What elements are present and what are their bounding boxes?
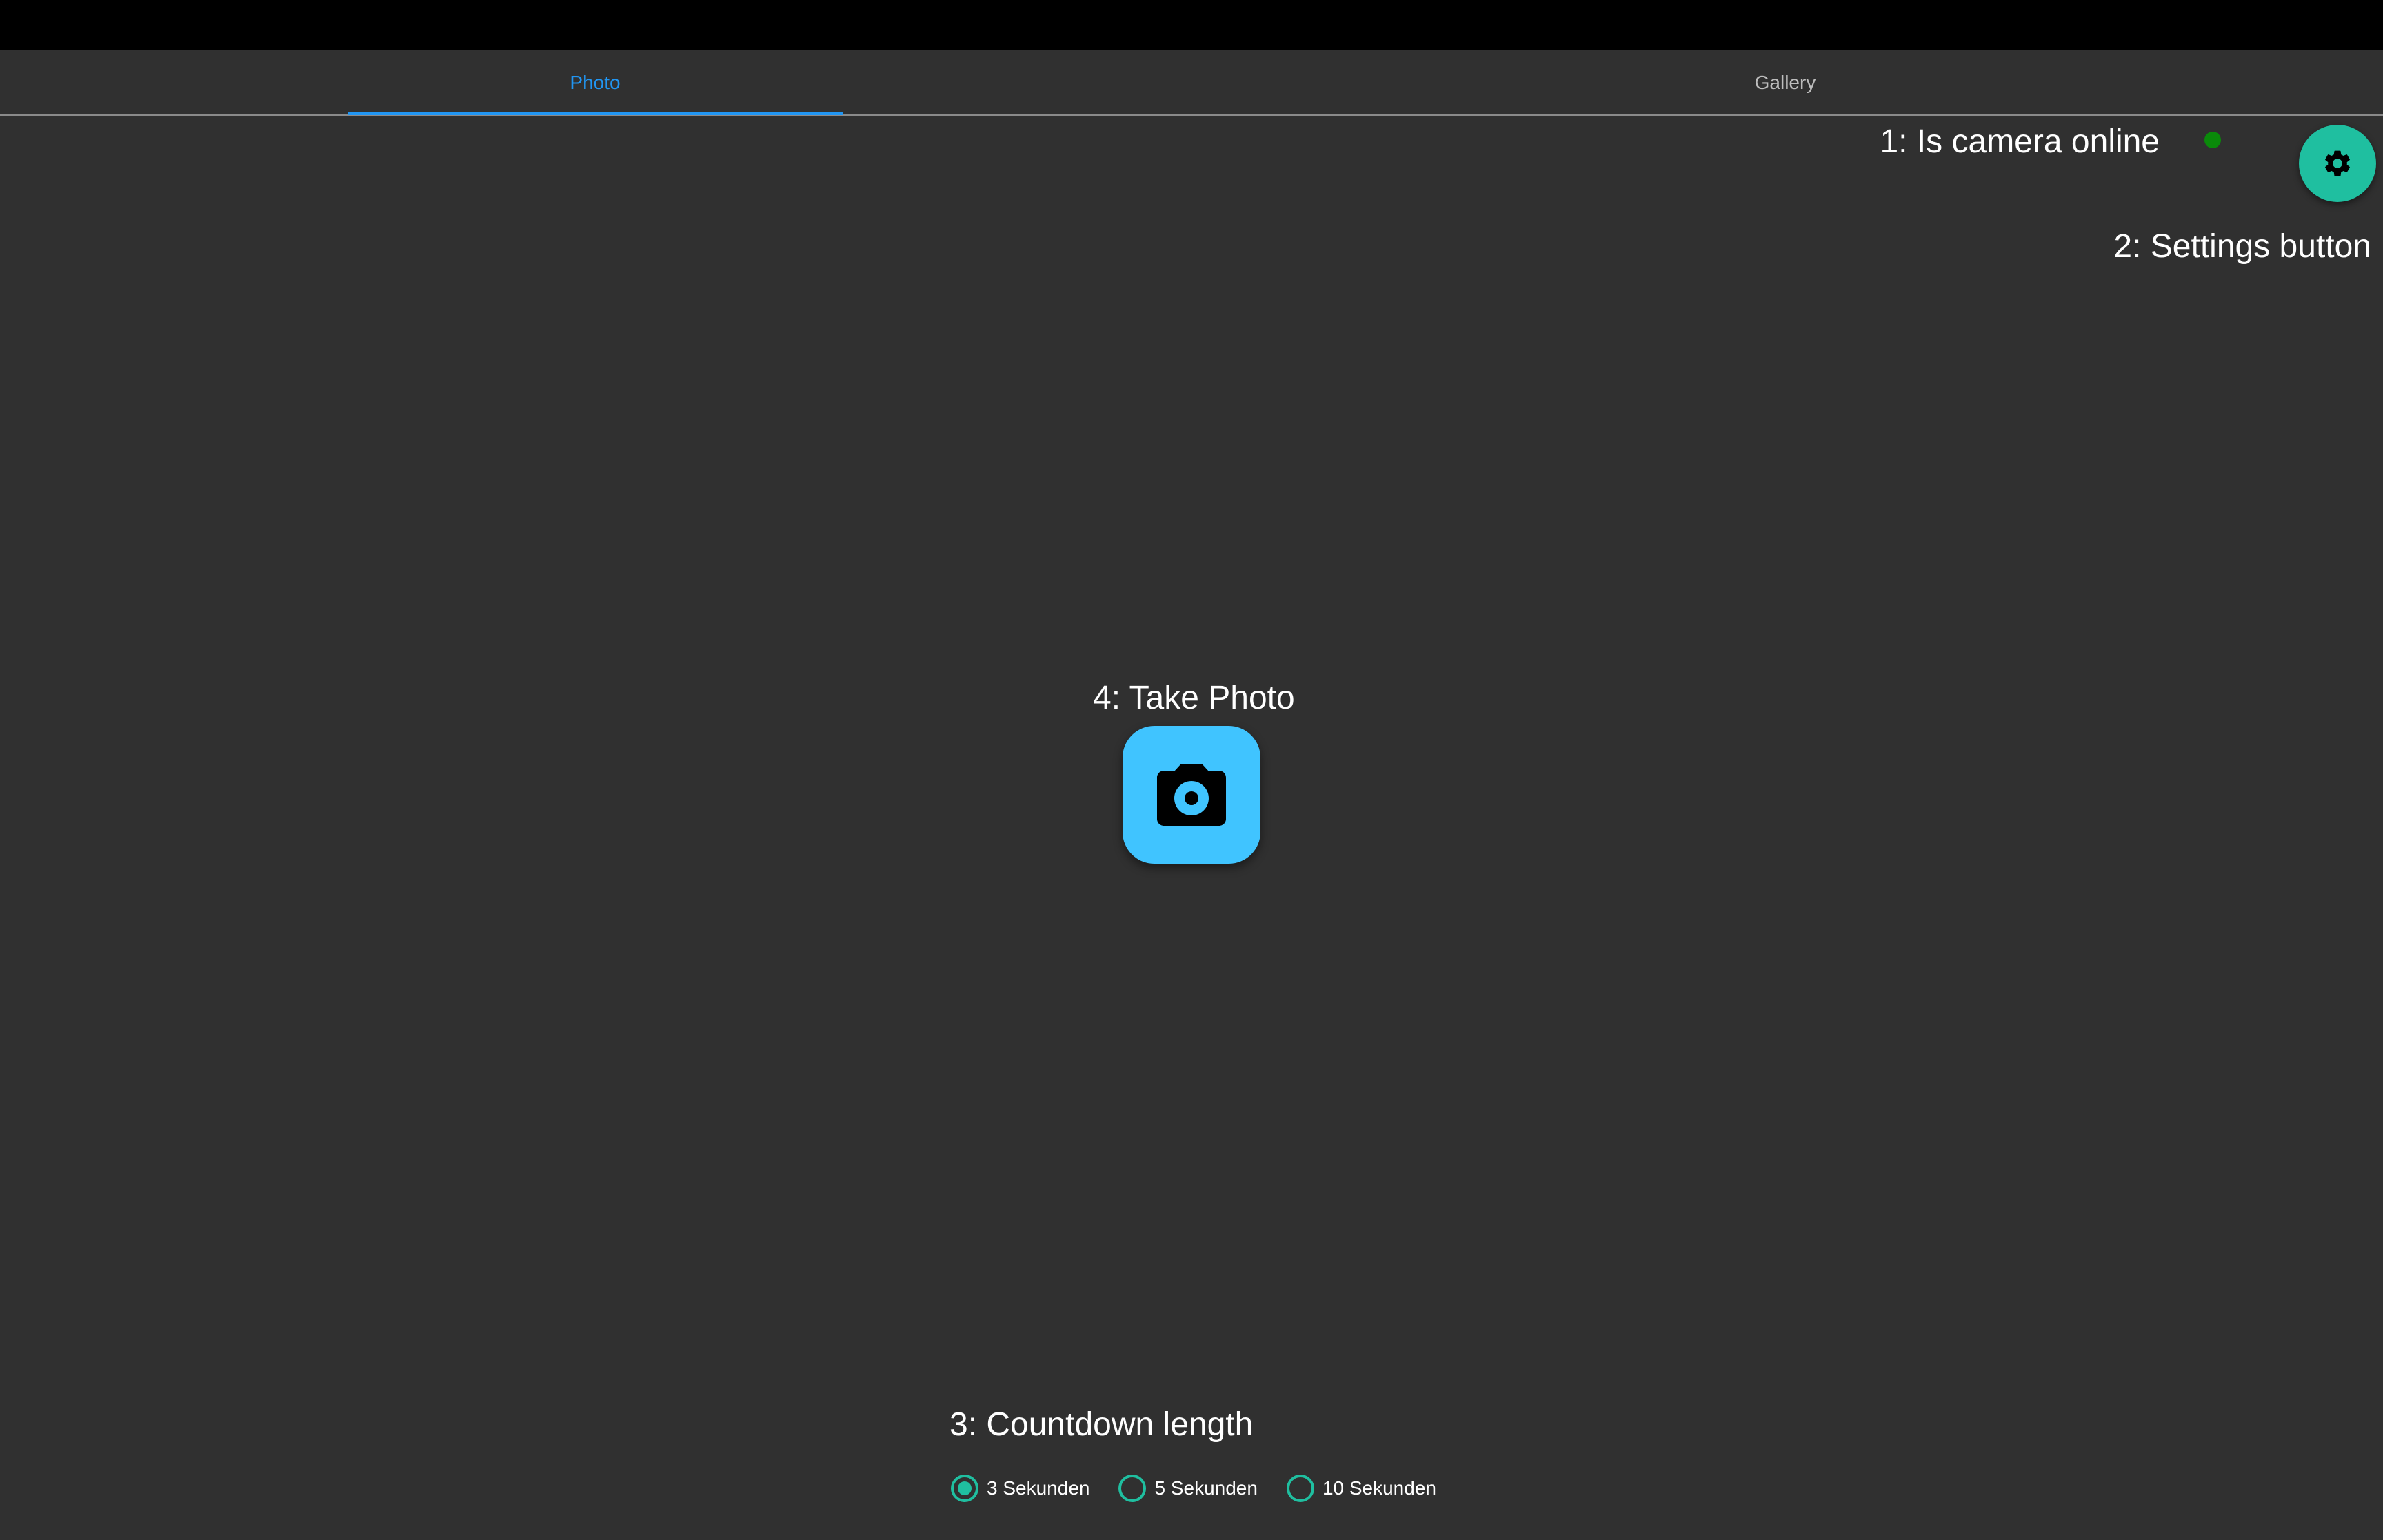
camera-online-indicator <box>2204 132 2221 148</box>
settings-button-annotation: 2: Settings button <box>2113 228 2371 265</box>
tab-bar: Photo Gallery <box>0 50 2383 116</box>
countdown-option-label: 10 Sekunden <box>1322 1477 1436 1499</box>
settings-button[interactable] <box>2299 125 2376 202</box>
radio-button[interactable] <box>1118 1475 1147 1502</box>
countdown-option-3[interactable]: 3 Sekunden <box>951 1475 1089 1502</box>
radio-button-selected[interactable] <box>951 1475 978 1502</box>
countdown-option-label: 3 Sekunden <box>987 1477 1090 1499</box>
take-photo-button[interactable] <box>1123 726 1260 864</box>
countdown-radio-group: 3 Sekunden 5 Sekunden 10 Sekunden <box>951 1473 1465 1503</box>
active-tab-indicator <box>348 112 843 115</box>
countdown-option-5[interactable]: 5 Sekunden <box>1118 1475 1258 1502</box>
countdown-option-label: 5 Sekunden <box>1154 1477 1258 1499</box>
status-bar <box>0 0 2383 50</box>
countdown-annotation: 3: Countdown length <box>949 1406 1254 1443</box>
radio-button[interactable] <box>1286 1475 1314 1502</box>
take-photo-annotation: 4: Take Photo <box>1093 680 1295 716</box>
camera-online-annotation: 1: Is camera online <box>1880 123 2160 160</box>
gear-icon <box>2325 150 2350 176</box>
tab-gallery[interactable]: Gallery <box>1538 50 2033 114</box>
tab-photo[interactable]: Photo <box>348 50 843 114</box>
camera-icon <box>1157 764 1226 826</box>
countdown-option-10[interactable]: 10 Sekunden <box>1286 1475 1436 1502</box>
radio-selected-dot <box>958 1481 972 1495</box>
